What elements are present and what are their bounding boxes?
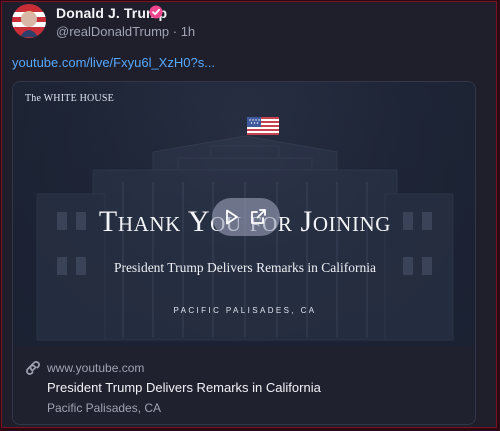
link-icon — [26, 361, 40, 375]
author-handle-line: @realDonaldTrump · 1h — [56, 24, 196, 39]
post-container: Donald J. Trump @realDonaldTrump · 1h yo… — [2, 2, 496, 427]
external-link-icon[interactable] — [250, 208, 267, 225]
preview-location: PACIFIC PALISADES, CA — [173, 306, 317, 315]
card-subtitle: Pacific Palisades, CA — [47, 401, 162, 415]
post-frame: Donald J. Trump @realDonaldTrump · 1h yo… — [1, 1, 497, 428]
card-domain: www.youtube.com — [47, 361, 145, 375]
post-link[interactable]: youtube.com/live/Fxyu6l_XzH0?s... — [12, 55, 215, 70]
video-controls — [212, 198, 280, 236]
card-title[interactable]: President Trump Delivers Remarks in Cali… — [47, 380, 321, 395]
avatar-image — [12, 4, 46, 38]
link-preview-card[interactable]: The WHITE HOUSE Thank You for Joining — [12, 81, 476, 425]
author-avatar[interactable] — [12, 4, 46, 38]
card-footer[interactable]: www.youtube.com President Trump Delivers… — [13, 346, 475, 424]
flag-icon — [247, 117, 279, 135]
preview-subheadline: President Trump Delivers Remarks in Cali… — [113, 260, 377, 275]
white-house-brand: The WHITE HOUSE — [25, 93, 114, 104]
verified-badge-icon — [149, 5, 163, 19]
video-preview[interactable]: The WHITE HOUSE Thank You for Joining — [13, 82, 475, 346]
play-icon[interactable] — [225, 209, 239, 225]
